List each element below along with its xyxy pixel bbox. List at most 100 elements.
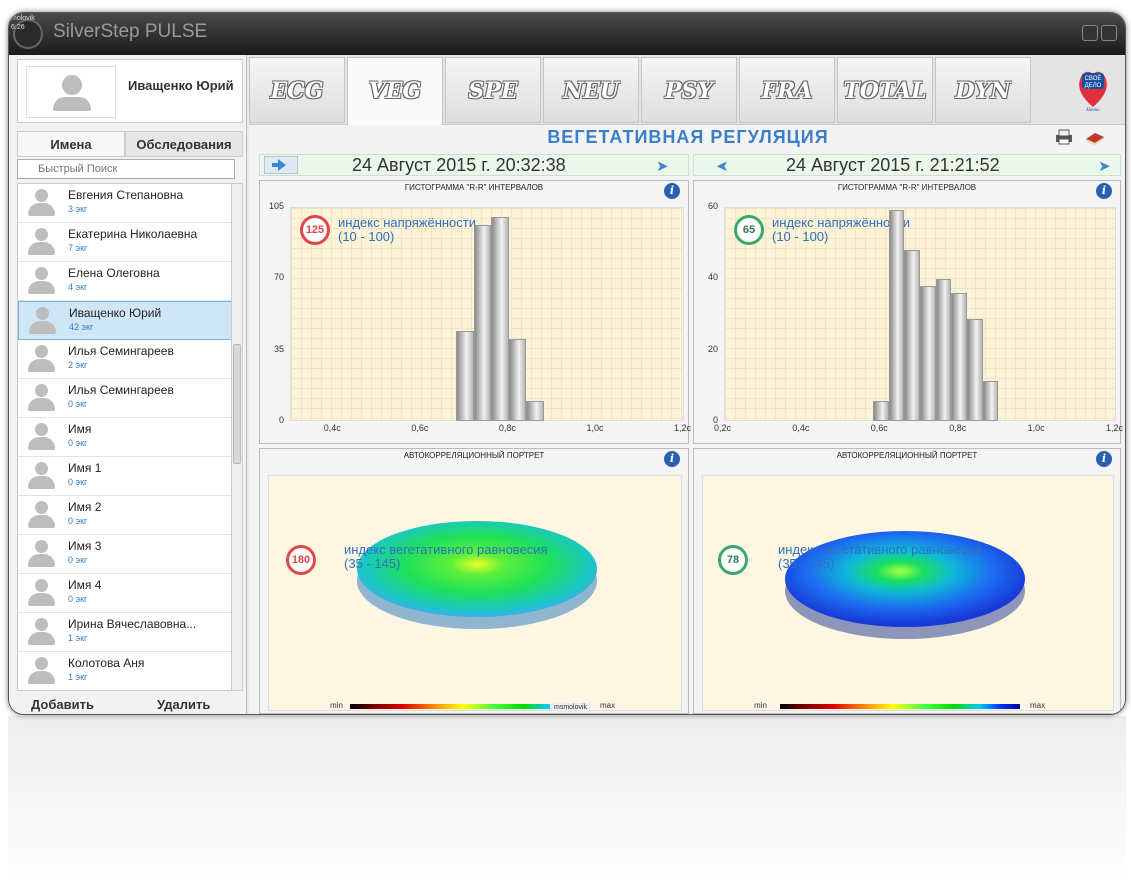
histogram-bar [904,249,920,421]
profile-card[interactable]: Иващенко Юрий [17,59,243,123]
title-bar: molovik 6:26 SilverStep PULSE [9,13,1125,55]
exam-date-left[interactable]: 24 Август 2015 г. 20:32:38 [352,155,566,176]
patient-name: Елена Олеговна [68,266,160,280]
section-title: ВЕГЕТАТИВНАЯ РЕГУЛЯЦИЯ [547,127,829,147]
avatar [24,578,58,608]
info-icon[interactable]: i [664,451,680,467]
histogram-panel: ГИСТОГРАММА "R-R" ИНТЕРВАЛОВ i 125 индек… [259,180,692,444]
patient-list-item[interactable]: Илья Семингареев 2 экг [18,340,234,379]
balance-index-label: индекс вегетативного равновесия (35 - 145… [344,542,548,571]
x-tick-label: 0,2с [714,423,732,433]
date-nav-left: 24 Август 2015 г. 20:32:38 ➤ [259,154,689,176]
arrow-right-icon[interactable]: ➤ [656,157,669,175]
patient-list-item[interactable]: Елена Олеговна 4 экг [18,262,234,301]
user-watermark: msmolovik [550,703,592,712]
x-tick-label: 1,0с [1027,423,1045,433]
tab-exams[interactable]: Обследования [125,131,243,157]
patient-ecg-count: 0 экг [68,555,88,565]
avatar [24,227,58,257]
patient-ecg-count: 4 экг [68,282,88,292]
histogram-bar [951,292,968,421]
scale-max-label: max [600,701,616,710]
tab-dyn[interactable]: DYN [935,57,1031,123]
y-tick-label: 40 [707,272,718,283]
brand-logo-icon[interactable]: СВОЁ ДЕЛО Начни [1075,65,1111,113]
main-area: ECG VEG SPE NEU PSY FRA TOTAL DYN СВОЁ ДЕЛО Нач… [249,55,1125,714]
info-icon[interactable]: i [1096,451,1112,467]
book-icon[interactable] [1085,129,1105,145]
scrollbar-thumb[interactable] [233,344,241,464]
patient-list-item[interactable]: Имя 0 экг [18,418,234,457]
maximize-icon[interactable] [1101,25,1117,41]
patient-ecg-count: 1 экг [68,633,88,643]
y-tick-label: 20 [707,343,718,354]
patient-name: Имя 3 [68,539,102,553]
app-window: molovik 6:26 SilverStep PULSE Иващенко Юр… [8,12,1126,715]
histogram-bar [935,279,952,421]
tab-spe[interactable]: SPE [445,57,541,123]
y-tick-label: 35 [273,343,284,354]
print-icon[interactable] [1055,129,1073,145]
arrow-left-icon[interactable]: ➤ [716,157,729,175]
date-nav-right: ➤ 24 Август 2015 г. 21:21:52 ➤ [693,154,1121,176]
patient-name: Екатерина Николаевна [68,227,198,241]
y-tick-label: 0 [278,415,284,425]
info-icon[interactable]: i [664,183,680,199]
profile-name: Иващенко Юрий [128,78,234,93]
add-button[interactable]: Добавить [31,697,94,712]
patient-list-item[interactable]: Имя 4 0 экг [18,574,234,613]
patient-list-item[interactable]: Колотова Аня 1 экг [18,652,234,690]
x-tick-label: 1,2с [674,423,692,433]
tab-psy[interactable]: PSY [641,57,737,123]
y-tick-label: 60 [707,201,718,211]
balance-index-label: индекс вегетативного равновесия (35 - 145… [778,542,982,571]
patient-list-item[interactable]: Евгения Степановна 3 экг [18,184,234,223]
info-icon[interactable]: i [1096,183,1112,199]
reflection [8,716,1126,886]
patient-ecg-count: 7 экг [68,243,88,253]
tension-index-badge: 125 [300,215,330,245]
overlay-user: molovik 6:26 [11,15,35,31]
patient-list-item[interactable]: Ирина Вячеславовна... 1 экг [18,613,234,652]
left-sidebar: Иващенко Юрий Имена Обследования ⚲ Быстр… [9,55,247,714]
tab-fra[interactable]: FRA [739,57,835,123]
arrow-right-icon[interactable]: ➤ [1098,157,1111,175]
x-tick-label: 0,8с [498,423,516,433]
patient-list-item[interactable]: Екатерина Николаевна 7 экг [18,223,234,262]
patient-ecg-count: 0 экг [68,438,88,448]
x-tick-label: 0,8с [949,423,967,433]
histogram-bar [888,210,905,421]
patient-name: Имя 1 [68,461,102,475]
avatar [24,266,58,296]
search-input[interactable]: Быстрый Поиск [17,159,235,179]
minimize-icon[interactable] [1082,25,1098,41]
autocorrelation-panel: АВТОКОРРЕЛЯЦИОННЫЙ ПОРТРЕТ i 180 индекс … [259,448,689,714]
arrow-left-icon[interactable] [264,156,298,174]
tab-ecg[interactable]: ECG [249,57,345,123]
histogram-panel: ГИСТОГРАММА "R-R" ИНТЕРВАЛОВ i 65 индекс… [693,180,1123,444]
x-tick-label: 0,6с [411,423,429,433]
histogram-title: ГИСТОГРАММА "R-R" ИНТЕРВАЛОВ [404,183,544,192]
list-scrollbar[interactable] [231,183,243,691]
patient-list-item[interactable]: Иващенко Юрий 42 экг [18,301,234,340]
window-controls [1079,25,1117,46]
patient-list-item[interactable]: Имя 1 0 экг [18,457,234,496]
autocorrelation-title: АВТОКОРРЕЛЯЦИОННЫЙ ПОРТРЕТ [403,451,545,460]
tab-neu[interactable]: NEU [543,57,639,123]
delete-button[interactable]: Удалить [157,697,210,712]
tab-names[interactable]: Имена [17,131,125,157]
patient-name: Илья Семингареев [68,344,174,358]
exam-date-right[interactable]: 24 Август 2015 г. 21:21:52 [786,155,1000,176]
patient-list-item[interactable]: Имя 2 0 экг [18,496,234,535]
patient-list-item[interactable]: Имя 3 0 экг [18,535,234,574]
x-tick-label: 0,6с [870,423,888,433]
patient-ecg-count: 0 экг [68,399,88,409]
patient-list-item[interactable]: Илья Семингареев 0 экг [18,379,234,418]
x-tick-label: 0,4с [792,423,810,433]
svg-text:Начни: Начни [1085,108,1100,113]
tab-veg[interactable]: VEG [347,57,443,125]
svg-text:ДЕЛО: ДЕЛО [1085,83,1102,89]
balance-index-badge: 180 [286,545,316,575]
histogram-bar [872,401,889,421]
tab-total[interactable]: TOTAL [837,57,933,123]
